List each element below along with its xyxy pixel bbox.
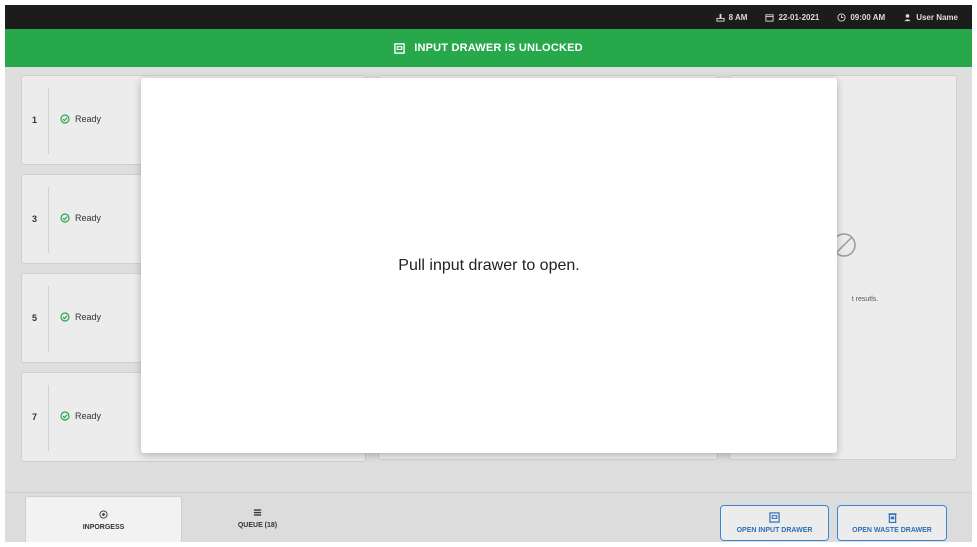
bottom-bar: INPORGESS QUEUE (18) OPEN INPUT DRAWER O… — [5, 492, 972, 542]
open-waste-drawer-button[interactable]: OPEN WASTE DRAWER — [837, 505, 947, 541]
user-name: User Name — [916, 12, 958, 22]
user-menu[interactable]: User Name — [903, 13, 958, 22]
calendar-icon — [765, 13, 774, 22]
slot-status: Ready — [60, 411, 101, 421]
target-icon — [99, 510, 108, 519]
slot-status-text: Ready — [75, 411, 102, 421]
date-text: 22-01-2021 — [778, 12, 820, 22]
slot-number: 3 — [32, 214, 38, 224]
slot-status-text: Ready — [75, 114, 102, 124]
list-icon — [253, 508, 262, 516]
check-circle-icon — [60, 114, 70, 124]
waste-bin-icon — [887, 513, 897, 523]
device-icon — [716, 13, 725, 22]
open-input-drawer-label: OPEN INPUT DRAWER — [736, 527, 813, 534]
drawer-icon — [394, 42, 405, 54]
top-status-bar: 8 AM 22-01-2021 09:00 AM User Name — [5, 5, 972, 29]
app-frame: 8 AM 22-01-2021 09:00 AM User Name INPUT… — [5, 5, 972, 542]
slot-divider — [48, 88, 49, 154]
tab-in-progress[interactable]: INPORGESS — [25, 496, 182, 542]
slot-status-text: Ready — [75, 213, 102, 223]
slot-divider — [48, 187, 49, 253]
status-indicator: 8 AM — [716, 12, 748, 22]
slot-number: 1 — [32, 115, 38, 125]
clock-icon — [837, 12, 846, 22]
time-display: 09:00 AM — [837, 13, 885, 22]
input-drawer-icon — [769, 512, 780, 523]
slot-number: 5 — [32, 313, 38, 323]
status-text: 8 AM — [728, 12, 748, 22]
slot-divider — [48, 286, 49, 352]
slot-status: Ready — [60, 312, 101, 322]
tab-queue[interactable]: QUEUE (18) — [180, 493, 335, 542]
check-circle-icon — [60, 213, 70, 223]
drawer-status-banner: INPUT DRAWER IS UNLOCKED — [5, 29, 972, 67]
check-circle-icon — [60, 411, 70, 421]
date-display: 22-01-2021 — [765, 13, 819, 22]
slot-number: 7 — [32, 412, 38, 422]
drawer-open-dialog: Pull input drawer to open. — [141, 78, 837, 453]
check-circle-icon — [60, 312, 70, 322]
banner-message: INPUT DRAWER IS UNLOCKED — [414, 42, 583, 54]
open-waste-drawer-label: OPEN WASTE DRAWER — [852, 527, 932, 534]
tab-queue-label: QUEUE (18) — [237, 521, 278, 529]
slot-status: Ready — [60, 213, 101, 223]
open-input-drawer-button[interactable]: OPEN INPUT DRAWER — [720, 505, 829, 541]
user-icon — [904, 13, 911, 21]
slot-divider — [48, 385, 49, 451]
slot-status: Ready — [60, 114, 101, 124]
slot-status-text: Ready — [75, 312, 102, 322]
dialog-message: Pull input drawer to open. — [398, 256, 580, 274]
time-text: 09:00 AM — [850, 12, 886, 22]
tab-in-progress-label: INPORGESS — [82, 524, 125, 531]
